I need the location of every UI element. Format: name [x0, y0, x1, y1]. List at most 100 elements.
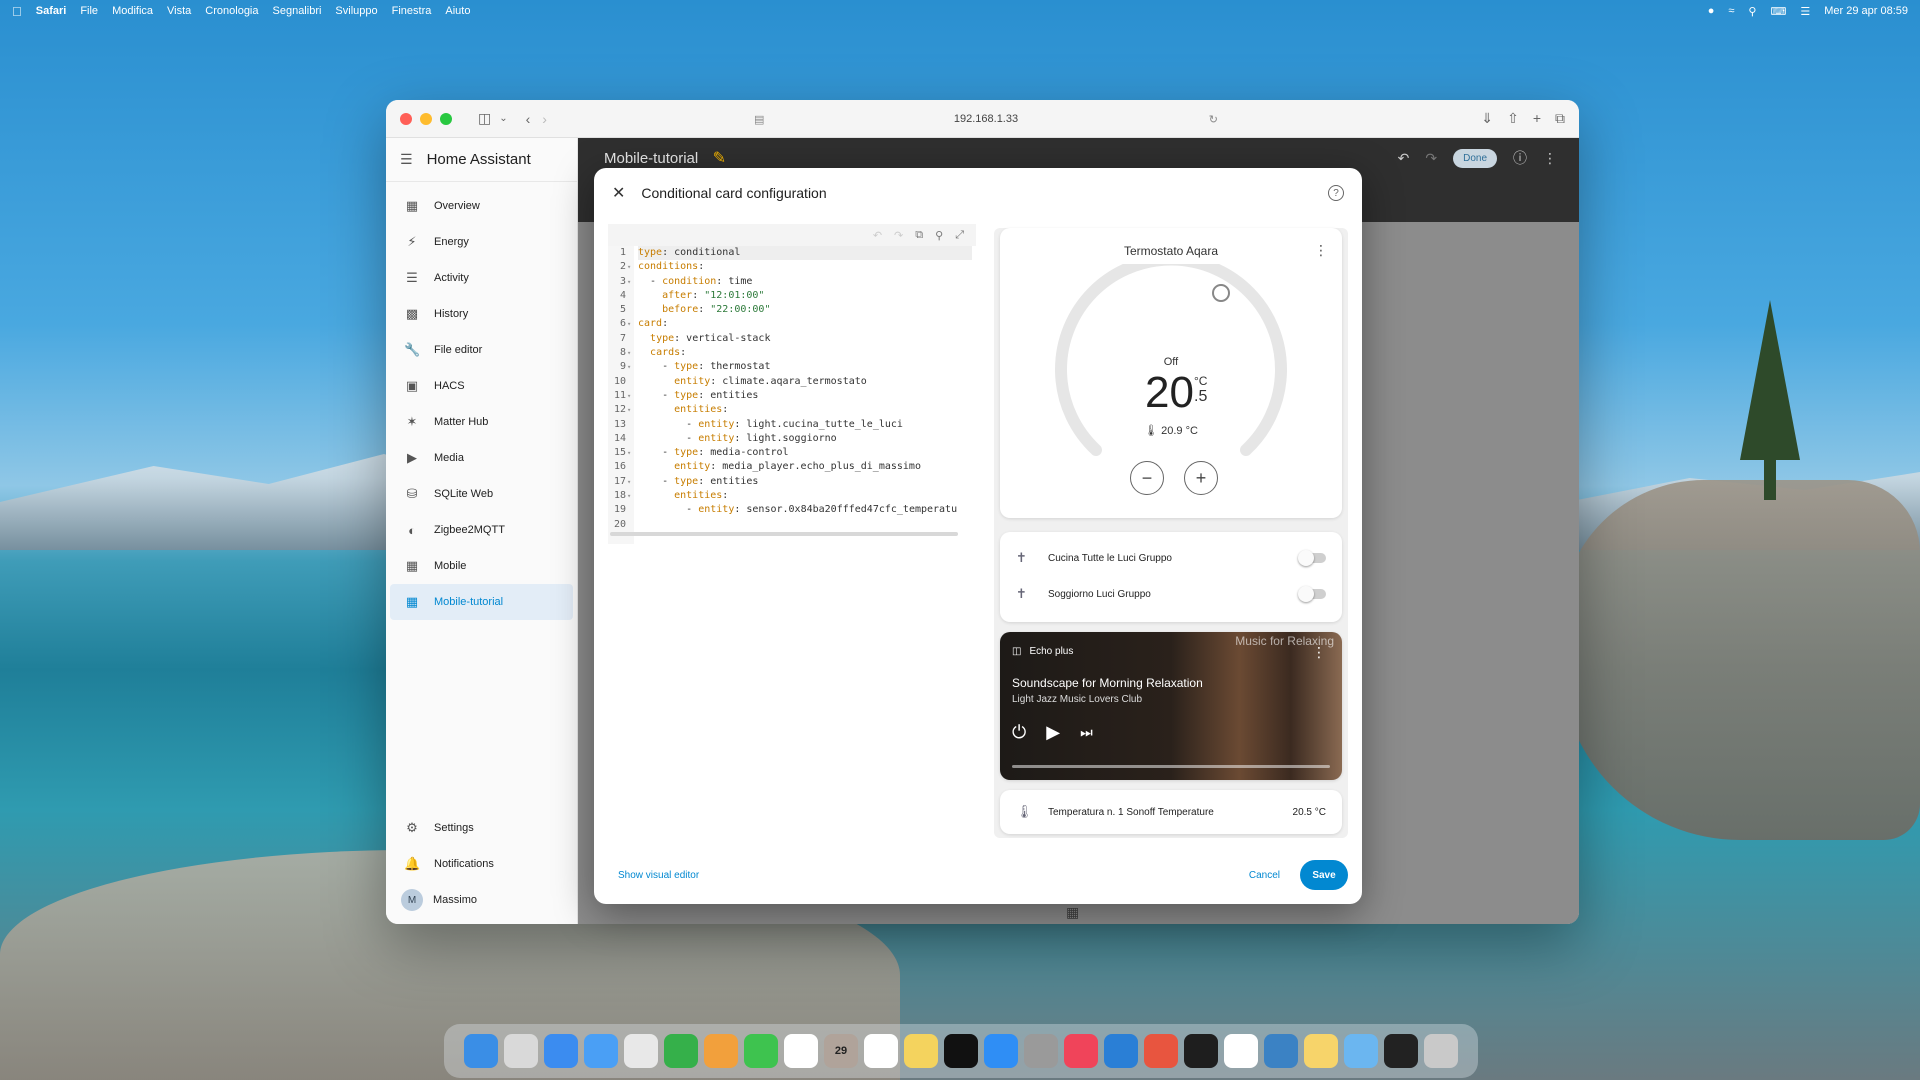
dial-handle[interactable] — [1212, 284, 1230, 302]
code-line[interactable]: 9 ▾ - type: thermostat — [608, 360, 976, 374]
power-icon[interactable]: ⏻ — [1012, 722, 1026, 743]
code-line[interactable]: 3 ▾ - condition: time — [608, 275, 976, 289]
media-progress-bar[interactable] — [1012, 765, 1330, 768]
yaml-editor[interactable]: ↶ ↷ ⧉ ⚲ ⤢ 1 type: conditional 2 ▾ conditions… — [608, 224, 976, 560]
search-icon[interactable]: ⚲ — [935, 229, 943, 242]
code-line[interactable]: 8 ▾ cards: — [608, 346, 976, 360]
code-line[interactable]: 17 ▾ - type: entities — [608, 475, 976, 489]
increase-temperature-button[interactable]: + — [1184, 461, 1218, 495]
fullscreen-icon[interactable]: ⤢ — [955, 229, 964, 242]
dock-app-icon[interactable] — [1064, 1034, 1098, 1068]
code-line[interactable]: 6 ▾ card: — [608, 317, 976, 331]
code-line[interactable]: 5 before: "22:00:00" — [608, 303, 976, 317]
fold-icon[interactable]: ▾ — [627, 403, 631, 417]
more-vertical-icon[interactable]: ⋮ — [1312, 644, 1326, 661]
address-bar[interactable]: ▤ 192.168.1.33 ↻ — [746, 107, 1226, 131]
dock-app-icon[interactable] — [1304, 1034, 1338, 1068]
reload-icon[interactable]: ↻ — [1209, 113, 1218, 126]
wifi-icon[interactable]: ≈ — [1728, 5, 1734, 17]
more-vertical-icon[interactable]: ⋮ — [1314, 242, 1328, 259]
pencil-icon[interactable]: ✎ — [713, 150, 726, 167]
menu-vista[interactable]: Vista — [167, 5, 191, 17]
redo-icon[interactable]: ↷ — [894, 229, 903, 242]
code-line[interactable]: 19 - entity: sensor.0x84ba20fffed47cfc_t… — [608, 503, 976, 517]
dock-app-icon[interactable] — [704, 1034, 738, 1068]
code-line[interactable]: 14 - entity: light.soggiorno — [608, 432, 976, 446]
entity-row-soggiorno[interactable]: ✝ Soggiorno Luci Gruppo — [1000, 576, 1342, 612]
dock-app-icon[interactable] — [1224, 1034, 1258, 1068]
menu-modifica[interactable]: Modifica — [112, 5, 153, 17]
code-line[interactable]: 20 — [608, 518, 976, 532]
next-track-icon[interactable]: ⏭ — [1080, 724, 1093, 741]
dock-app-icon[interactable] — [1184, 1034, 1218, 1068]
code-line[interactable]: 13 - entity: light.cucina_tutte_le_luci — [608, 418, 976, 432]
code-line[interactable]: 11 ▾ - type: entities — [608, 389, 976, 403]
keyboard-icon[interactable]: ⌨ — [1770, 5, 1786, 18]
menu-clock[interactable]: Mer 29 apr 08:59 — [1824, 5, 1908, 17]
help-icon[interactable]: ? — [1328, 185, 1344, 201]
dock-app-icon[interactable] — [944, 1034, 978, 1068]
dock-app-icon[interactable] — [1144, 1034, 1178, 1068]
fold-icon[interactable]: ▾ — [627, 275, 631, 289]
code-line[interactable]: 12 ▾ entities: — [608, 403, 976, 417]
decrease-temperature-button[interactable]: − — [1130, 461, 1164, 495]
sidebar-item-energy[interactable]: ⚡ Energy — [390, 224, 573, 260]
menu-finestra[interactable]: Finestra — [392, 5, 432, 17]
download-icon[interactable]: ⇓ — [1481, 110, 1493, 127]
dock-app-icon[interactable] — [664, 1034, 698, 1068]
sidebar-item-zigbee2mqtt[interactable]: ◐ Zigbee2MQTT — [390, 512, 573, 548]
chevron-down-icon[interactable]: ⌄ — [499, 113, 507, 124]
dock-app-icon[interactable] — [584, 1034, 618, 1068]
minimize-window-button[interactable] — [420, 112, 432, 125]
share-icon[interactable]: ⇧ — [1507, 110, 1519, 127]
code-line[interactable]: 1 type: conditional — [608, 246, 976, 261]
sidebar-item-mobile[interactable]: ▦ Mobile — [390, 548, 573, 584]
spotlight-icon[interactable]: ⚲ — [1748, 5, 1756, 18]
menu-aiuto[interactable]: Aiuto — [445, 5, 470, 17]
sidebar-item-mobile-tutorial[interactable]: ▦ Mobile-tutorial — [390, 584, 573, 620]
undo-icon[interactable]: ↶ — [1398, 150, 1410, 167]
fold-icon[interactable]: ▾ — [627, 489, 631, 503]
dock-app-icon[interactable] — [904, 1034, 938, 1068]
menu-icon[interactable]: ☰ — [400, 151, 413, 168]
copy-icon[interactable]: ⧉ — [915, 229, 923, 242]
more-vertical-icon[interactable]: ⋮ — [1543, 150, 1557, 167]
dock-app-icon[interactable] — [1384, 1034, 1418, 1068]
fold-icon[interactable]: ▾ — [627, 346, 631, 360]
code-line[interactable]: 16 entity: media_player.echo_plus_di_mas… — [608, 460, 976, 474]
entity-row-cucina[interactable]: ✝ Cucina Tutte le Luci Gruppo — [1000, 540, 1342, 576]
forward-icon[interactable]: › — [542, 111, 547, 127]
new-tab-icon[interactable]: + — [1533, 110, 1541, 127]
done-button[interactable]: Done — [1453, 148, 1497, 168]
record-icon[interactable]: ● — [1708, 5, 1715, 17]
code-line[interactable]: 15 ▾ - type: media-control — [608, 446, 976, 460]
dock-app-icon[interactable] — [464, 1034, 498, 1068]
dock-app-icon[interactable] — [1424, 1034, 1458, 1068]
fold-icon[interactable]: ▾ — [627, 360, 631, 374]
code-line[interactable]: 7 type: vertical-stack — [608, 332, 976, 346]
dock-app-icon[interactable] — [624, 1034, 658, 1068]
dock-app-icon[interactable] — [544, 1034, 578, 1068]
sidebar-item-profile[interactable]: M Massimo — [390, 882, 573, 918]
cucina-toggle[interactable] — [1298, 550, 1326, 566]
back-icon[interactable]: ‹ — [526, 111, 531, 127]
soggiorno-toggle[interactable] — [1298, 586, 1326, 602]
sidebar-item-notifications[interactable]: 🔔 Notifications — [390, 846, 573, 882]
code-line[interactable]: 18 ▾ entities: — [608, 489, 976, 503]
code-line[interactable]: 10 entity: climate.aqara_termostato — [608, 375, 976, 389]
sidebar-item-history[interactable]: ▩ History — [390, 296, 573, 332]
dock-app-icon[interactable] — [744, 1034, 778, 1068]
code-line[interactable]: 4 after: "12:01:00" — [608, 289, 976, 303]
fold-icon[interactable]: ▾ — [627, 446, 631, 460]
sidebar-item-sqlite-web[interactable]: ⛁ SQLite Web — [390, 476, 573, 512]
show-visual-editor-link[interactable]: Show visual editor — [618, 870, 699, 881]
dock-app-icon[interactable]: 29 — [824, 1034, 858, 1068]
dock-app-icon[interactable] — [504, 1034, 538, 1068]
page-settings-icon[interactable]: ▤ — [754, 113, 764, 126]
dock-app-icon[interactable] — [1264, 1034, 1298, 1068]
sidebar-item-activity[interactable]: ☰ Activity — [390, 260, 573, 296]
apple-icon[interactable]:  — [12, 4, 22, 19]
control-center-icon[interactable]: ☰ — [1800, 5, 1810, 18]
fold-icon[interactable]: ▾ — [627, 389, 631, 403]
close-icon[interactable]: ✕ — [612, 183, 625, 203]
